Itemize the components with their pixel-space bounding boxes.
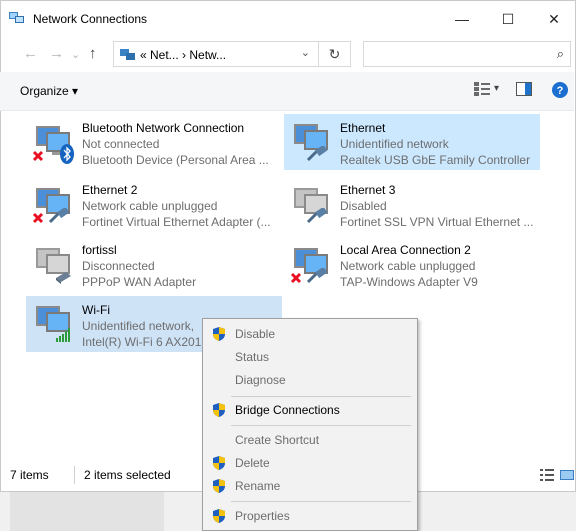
help-icon[interactable]: ? xyxy=(552,82,568,98)
wifi-signal-bars-icon xyxy=(56,328,70,342)
uac-shield-icon xyxy=(213,479,225,493)
connection-name: Ethernet 2 xyxy=(82,183,138,197)
connection-item-ethernet-2[interactable]: Ethernet 2 Network cable unplugged Forti… xyxy=(26,178,282,230)
menu-separator xyxy=(231,501,411,502)
ethernet-cable-icon xyxy=(306,146,328,162)
menu-item-label: Delete xyxy=(235,456,270,470)
connection-item-local-area-connection-2[interactable]: Local Area Connection 2 Network cable un… xyxy=(284,238,540,290)
menu-separator xyxy=(231,396,411,397)
connection-name: Ethernet xyxy=(340,121,386,135)
navigation-bar: ← → ⌄ ↑ « Net... › Netw... ⌄ ↻ ⌕ xyxy=(1,37,575,73)
breadcrumb[interactable]: « Net... › Netw... xyxy=(140,48,226,62)
connection-status: Network cable unplugged xyxy=(82,199,218,213)
connection-item-ethernet-3[interactable]: Ethernet 3 Disabled Fortinet SSL VPN Vir… xyxy=(284,178,540,230)
refresh-icon[interactable]: ↻ xyxy=(319,41,351,67)
connection-device: Realtek USB GbE Family Controller xyxy=(340,153,531,167)
connection-device: TAP-Windows Adapter V9 xyxy=(340,275,478,289)
up-arrow-icon[interactable]: ↑ xyxy=(89,45,97,62)
network-connections-icon xyxy=(9,12,24,23)
uac-shield-icon xyxy=(213,456,225,470)
address-dropdown-chevron-icon[interactable]: ⌄ xyxy=(301,46,310,59)
back-arrow-icon[interactable]: ← xyxy=(23,45,38,62)
menu-item-diagnose[interactable]: Diagnose xyxy=(203,369,417,391)
context-menu: Disable Status Diagnose Bridge Connectio… xyxy=(202,318,418,531)
connection-name: Ethernet 3 xyxy=(340,183,396,197)
modem-icon xyxy=(56,272,71,284)
connection-name: Local Area Connection 2 xyxy=(340,243,471,257)
view-dropdown-chevron-icon[interactable]: ▾ xyxy=(494,83,499,94)
connection-status: Disconnected xyxy=(82,259,155,273)
menu-item-bridge-connections[interactable]: Bridge Connections xyxy=(203,399,417,421)
maximize-button[interactable]: ☐ xyxy=(485,1,531,37)
connection-device: Bluetooth Device (Personal Area ... xyxy=(82,153,269,167)
connection-status: Disabled xyxy=(340,199,387,213)
menu-item-label: Diagnose xyxy=(235,373,286,387)
connection-item-bluetooth[interactable]: Bluetooth Network Connection Not connect… xyxy=(26,116,282,168)
desktop-background xyxy=(0,492,10,531)
menu-item-label: Status xyxy=(235,350,270,364)
desktop-background xyxy=(10,492,164,531)
svg-text:?: ? xyxy=(557,85,564,97)
menu-item-label: Properties xyxy=(235,509,290,523)
menu-item-label: Create Shortcut xyxy=(235,433,320,447)
forward-arrow-icon[interactable]: → xyxy=(49,45,64,62)
connection-device: Fortinet Virtual Ethernet Adapter (... xyxy=(82,215,271,229)
menu-item-delete[interactable]: Delete xyxy=(203,452,417,474)
connection-device: PPPoP WAN Adapter xyxy=(82,275,197,289)
status-separator xyxy=(74,466,75,484)
address-bar[interactable]: « Net... › Netw... ⌄ xyxy=(113,41,319,67)
ethernet-cable-icon xyxy=(306,208,328,224)
command-bar: Organize ▾ ▾ ? xyxy=(0,72,574,111)
connection-item-ethernet[interactable]: Ethernet Unidentified network Realtek US… xyxy=(284,114,540,170)
disconnected-x-icon xyxy=(32,150,44,162)
selection-count: 2 items selected xyxy=(84,468,171,482)
search-icon: ⌕ xyxy=(556,46,564,61)
connection-device: Fortinet SSL VPN Virtual Ethernet ... xyxy=(340,215,534,229)
connection-name: Bluetooth Network Connection xyxy=(82,121,245,135)
disconnected-x-icon xyxy=(32,212,44,224)
window-title: Network Connections xyxy=(33,12,148,26)
close-button[interactable]: ✕ xyxy=(531,1,576,37)
menu-item-label: Disable xyxy=(235,327,276,341)
minimize-button[interactable]: — xyxy=(439,1,485,37)
connection-item-fortissl[interactable]: fortissl Disconnected PPPoP WAN Adapter xyxy=(26,238,282,290)
bluetooth-icon xyxy=(60,144,74,164)
disconnected-x-icon xyxy=(290,272,302,284)
change-view-icon[interactable] xyxy=(474,82,490,96)
preview-pane-icon[interactable] xyxy=(516,82,532,96)
menu-item-label: Bridge Connections xyxy=(235,403,340,417)
details-view-icon[interactable] xyxy=(540,469,554,481)
ethernet-cable-icon xyxy=(48,208,70,224)
connection-name: fortissl xyxy=(82,243,117,257)
item-count: 7 items xyxy=(10,468,49,482)
connection-status: Not connected xyxy=(82,137,160,151)
menu-item-properties[interactable]: Properties xyxy=(203,505,417,527)
search-input[interactable]: ⌕ xyxy=(363,41,571,67)
uac-shield-icon xyxy=(213,403,225,417)
menu-item-create-shortcut[interactable]: Create Shortcut xyxy=(203,429,417,451)
connection-name: Wi-Fi xyxy=(82,303,110,317)
menu-item-status[interactable]: Status xyxy=(203,346,417,368)
connection-status: Unidentified network xyxy=(340,137,449,151)
organize-menu-button[interactable]: Organize ▾ xyxy=(20,84,78,98)
menu-separator xyxy=(231,425,411,426)
menu-item-disable[interactable]: Disable xyxy=(203,323,417,345)
large-icons-view-icon[interactable] xyxy=(560,469,574,481)
title-bar: Network Connections — ☐ ✕ xyxy=(1,1,575,37)
connection-status: Network cable unplugged xyxy=(340,259,476,273)
recent-locations-chevron-icon[interactable]: ⌄ xyxy=(71,48,80,61)
menu-item-rename[interactable]: Rename xyxy=(203,475,417,497)
menu-item-label: Rename xyxy=(235,479,281,493)
uac-shield-icon xyxy=(213,509,225,523)
uac-shield-icon xyxy=(213,327,225,341)
ethernet-cable-icon xyxy=(306,268,328,284)
network-folder-icon xyxy=(120,49,135,60)
